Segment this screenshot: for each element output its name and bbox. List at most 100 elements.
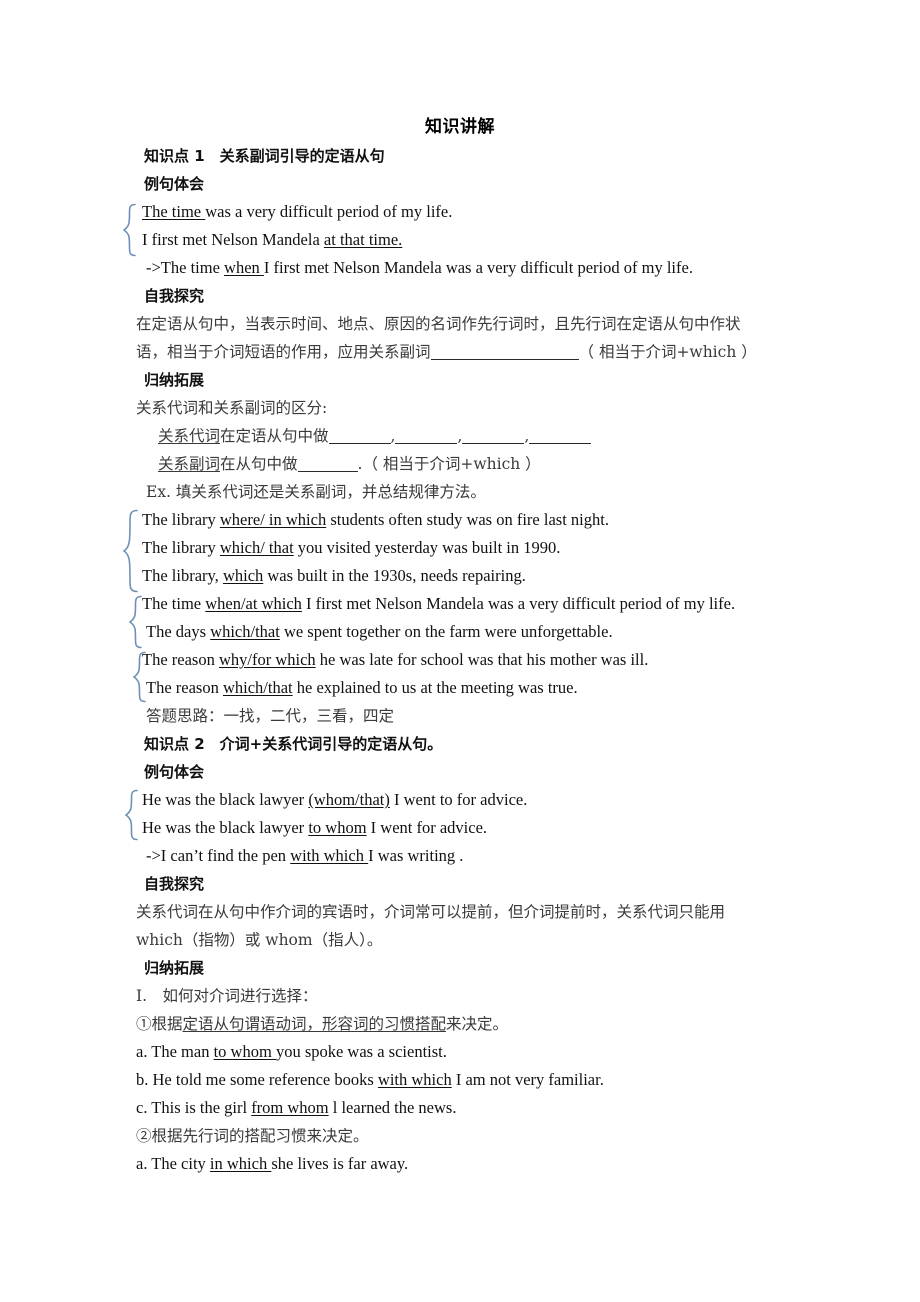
example-text: I first met Nelson Mandela xyxy=(142,230,324,249)
example-underline: The time xyxy=(142,202,206,221)
item-example-post: l learned the news. xyxy=(328,1098,457,1117)
practice-line: The library which/ that you visited yest… xyxy=(136,534,786,562)
subheading-summary-2: 归纳拓展 xyxy=(144,959,205,977)
item-example-post: she lives is far away. xyxy=(271,1154,409,1173)
rule-underline: 关系副词 xyxy=(158,455,221,473)
item-example-post: you spoke was a scientist. xyxy=(275,1042,447,1061)
practice-pre: The time xyxy=(142,594,206,613)
explore-text-line: 关系代词在从句中作介词的宾语时，介词常可以提前，但介词提前时，关系代词只能用 xyxy=(136,903,726,921)
numbered-item-1: ①根据定语从句谓语动词，形容词的习惯搭配来决定。 xyxy=(136,1010,786,1038)
practice-pre: The reason xyxy=(146,678,223,697)
item-example-line: c. This is the girl from whom l learned … xyxy=(136,1094,786,1122)
brace-group-example-1 xyxy=(121,203,137,257)
item-example-underline: to whom xyxy=(213,1042,276,1061)
derived-sentence-line: ->The time when I first met Nelson Mande… xyxy=(136,254,786,282)
item-example-pre: b. He told me some reference books xyxy=(136,1070,378,1089)
rule-text: 在定语从句中做 xyxy=(220,427,329,445)
subheading-examples-2: 例句体会 xyxy=(144,763,205,781)
explore-text-line: which（指物）或 whom（指人）。 xyxy=(136,931,383,949)
distinguish-label: 关系代词和关系副词的区分: xyxy=(136,399,328,417)
item-post: 来决定。 xyxy=(446,1015,509,1033)
practice-underline: when/at which xyxy=(205,594,302,613)
practice-pre: The library xyxy=(142,538,220,557)
practice-post: we spent together on the farm were unfor… xyxy=(279,622,613,641)
practice-post: students often study was on fire last ni… xyxy=(326,510,609,529)
practice-pre: The library, xyxy=(142,566,223,585)
fill-in-blank[interactable] xyxy=(430,359,579,360)
practice-underline: why/for which xyxy=(218,650,316,669)
exercise-label: Ex. 填关系代词还是关系副词，并总结规律方法。 xyxy=(146,483,486,501)
example-pre: He was the black lawyer xyxy=(142,818,309,837)
example-pre: He was the black lawyer xyxy=(142,790,309,809)
subheading-explore-1: 自我探究 xyxy=(144,287,205,305)
rule-line-adverb: 关系副词在从句中做 .（ 相当于介词+which ） xyxy=(136,450,786,478)
explore-text-line: 语，相当于介词短语的作用，应用关系副词 （ 相当于介词+which ） xyxy=(136,338,786,366)
item-example-underline: in which xyxy=(209,1154,272,1173)
document-page: 知识讲解 知识点 1 关系副词引导的定语从句 例句体会 The time was… xyxy=(0,0,920,1302)
item-example-line: a. The city in which she lives is far aw… xyxy=(136,1150,786,1178)
item-example-line: a. The man to whom you spoke was a scien… xyxy=(136,1038,786,1066)
explore-post: （ 相当于介词+which ） xyxy=(578,343,757,361)
item-example-underline: with which xyxy=(377,1070,452,1089)
explore-text-line: 在定语从句中，当表示时间、地点、原因的名词作先行词时，且先行词在定语从句中作状 xyxy=(136,315,741,333)
strategy-line: 答题思路：一找，二代，三看，四定 xyxy=(146,707,395,725)
practice-post: you visited yesterday was built in 1990. xyxy=(293,538,561,557)
fill-in-blank[interactable] xyxy=(462,443,525,444)
example-underline: to whom xyxy=(308,818,367,837)
practice-post: he explained to us at the meeting was tr… xyxy=(292,678,578,697)
document-body: 知识点 1 关系副词引导的定语从句 例句体会 The time was a ve… xyxy=(136,142,786,1178)
derived-underline: when xyxy=(224,258,264,277)
example-underline: at that time. xyxy=(323,230,403,249)
derived-underline: with which xyxy=(290,846,369,865)
example-text: was a very difficult period of my life. xyxy=(205,202,453,221)
example-post: I went for advice. xyxy=(366,818,488,837)
example-post: I went to for advice. xyxy=(389,790,528,809)
example-line: I first met Nelson Mandela at that time. xyxy=(136,226,786,254)
item-example-post: I am not very familiar. xyxy=(451,1070,604,1089)
practice-underline: which/that xyxy=(222,678,293,697)
item-example-pre: c. This is the girl xyxy=(136,1098,252,1117)
item-example-pre: a. The city xyxy=(136,1154,210,1173)
practice-underline: where/ in which xyxy=(219,510,327,529)
practice-line: The reason which/that he explained to us… xyxy=(136,674,786,702)
item-example-line: b. He told me some reference books with … xyxy=(136,1066,786,1094)
practice-pre: The library xyxy=(142,510,220,529)
practice-underline: which/ that xyxy=(219,538,294,557)
practice-line: The library, which was built in the 1930… xyxy=(136,562,786,590)
section-heading-point2: 知识点 2 介词+关系代词引导的定语从句。 xyxy=(144,735,443,753)
fill-in-blank[interactable] xyxy=(529,443,592,444)
item-underline: 定语从句谓语动词，形容词的习惯搭配 xyxy=(182,1015,447,1033)
derived-post: I first met Nelson Mandela was a very di… xyxy=(263,258,693,277)
explore-pre: 语，相当于介词短语的作用，应用关系副词 xyxy=(136,343,431,361)
fill-in-blank[interactable] xyxy=(395,443,458,444)
rule-text: 在从句中做 xyxy=(220,455,298,473)
item-example-pre: a. The man xyxy=(136,1042,214,1061)
section-heading-point1: 知识点 1 关系副词引导的定语从句 xyxy=(144,147,385,165)
rule-underline: 关系代词 xyxy=(158,427,221,445)
practice-post: I first met Nelson Mandela was a very di… xyxy=(301,594,736,613)
example-line: The time was a very difficult period of … xyxy=(136,198,786,226)
subheading-explore-2: 自我探究 xyxy=(144,875,205,893)
page-title: 知识讲解 xyxy=(425,117,495,137)
example-underline: (whom/that) xyxy=(308,790,390,809)
rule-tail: .（ 相当于介词+which ） xyxy=(357,455,541,473)
derived-pre: ->I can’t find the pen xyxy=(146,846,291,865)
practice-underline: which/that xyxy=(210,622,280,641)
practice-line: The library where/ in which students oft… xyxy=(136,506,786,534)
fill-in-blank[interactable] xyxy=(328,443,391,444)
fill-in-blank[interactable] xyxy=(297,471,358,472)
practice-post: was built in the 1930s, needs repairing. xyxy=(263,566,526,585)
practice-pre: The reason xyxy=(142,650,219,669)
item-example-underline: from whom xyxy=(251,1098,329,1117)
practice-line: The reason why/for which he was late for… xyxy=(136,646,786,674)
example-line: He was the black lawyer to whom I went f… xyxy=(136,814,786,842)
practice-line: The days which/that we spent together on… xyxy=(136,618,786,646)
item-pre: ①根据 xyxy=(136,1015,183,1033)
subheading-examples-1: 例句体会 xyxy=(144,175,205,193)
subheading-summary-1: 归纳拓展 xyxy=(144,371,205,389)
practice-line: The time when/at which I first met Nelso… xyxy=(136,590,786,618)
derived-sentence-line: ->I can’t find the pen with which I was … xyxy=(136,842,786,870)
practice-post: he was late for school was that his moth… xyxy=(315,650,649,669)
derived-post: I was writing . xyxy=(368,846,464,865)
derived-pre: ->The time xyxy=(146,258,225,277)
